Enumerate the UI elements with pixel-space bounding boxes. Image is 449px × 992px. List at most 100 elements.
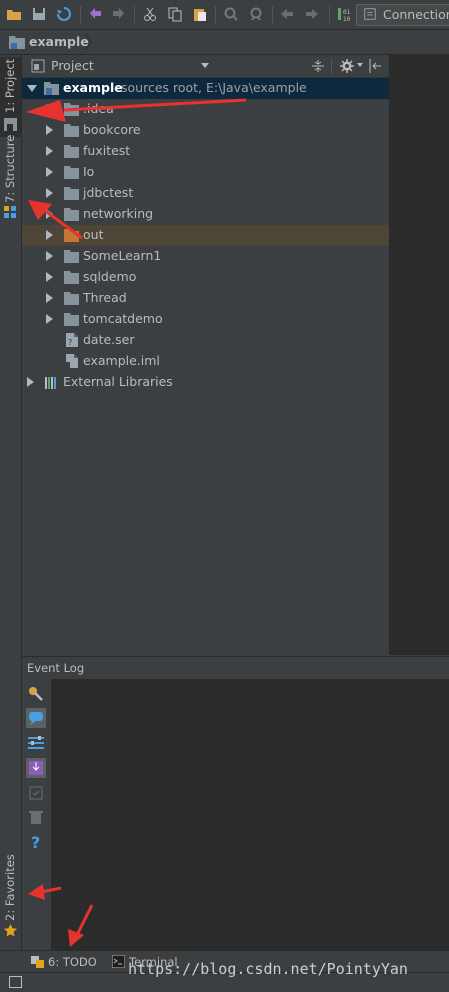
- external-libraries-label: External Libraries: [63, 374, 173, 389]
- star-icon: [4, 924, 17, 937]
- project-view-icon: [31, 59, 45, 73]
- breadcrumb: example: [0, 30, 449, 55]
- tree-item-label: out: [83, 227, 104, 242]
- structure-icon: [4, 206, 16, 218]
- file-icon: ?: [66, 333, 78, 347]
- tab-structure[interactable]: 7: Structure: [0, 135, 21, 227]
- tree-item-date-ser[interactable]: ? date.ser: [22, 330, 389, 351]
- tab-project[interactable]: 1: Project: [0, 57, 21, 137]
- scroll-to-end-icon[interactable]: [26, 758, 46, 778]
- save-icon[interactable]: [31, 6, 47, 22]
- svg-text:01: 01: [343, 9, 351, 16]
- tab-project-label: 1: Project: [3, 58, 17, 113]
- tree-item-label: example.iml: [83, 353, 160, 368]
- svg-text:?: ?: [68, 338, 72, 347]
- trash-icon[interactable]: [26, 807, 46, 827]
- project-panel-header: Project: [22, 55, 389, 78]
- tab-favorites[interactable]: 2: Favorites: [0, 854, 21, 940]
- tree-item-io[interactable]: Io: [22, 162, 389, 183]
- expand-arrow-icon[interactable]: [46, 125, 53, 135]
- redo-icon[interactable]: [111, 6, 127, 22]
- project-icon: [4, 118, 17, 131]
- gear-icon[interactable]: [340, 59, 354, 73]
- hide-panel-icon[interactable]: [369, 59, 381, 73]
- tree-item-label: date.ser: [83, 332, 135, 347]
- sync-icon[interactable]: [56, 6, 72, 22]
- expand-arrow-icon[interactable]: [46, 293, 53, 303]
- expand-arrow-icon[interactable]: [27, 85, 37, 92]
- header-separator: [331, 58, 332, 74]
- project-view-selector[interactable]: Project: [51, 58, 94, 73]
- database-connection-icon: [364, 8, 376, 20]
- breadcrumb-item-example[interactable]: example: [29, 34, 89, 49]
- mark-read-icon[interactable]: [26, 783, 46, 803]
- annotation-arrow-project: [26, 98, 247, 122]
- tree-item-label: jdbctest: [83, 185, 134, 200]
- tree-item-tomcatdemo[interactable]: tomcatdemo: [22, 309, 389, 330]
- undo-icon[interactable]: [87, 6, 103, 22]
- svg-text:10: 10: [343, 16, 351, 22]
- expand-arrow-icon[interactable]: [46, 272, 53, 282]
- settings-wrench-icon[interactable]: [26, 684, 46, 704]
- collapse-all-icon[interactable]: [311, 59, 325, 73]
- copy-icon[interactable]: [167, 6, 183, 22]
- watermark: https://blog.csdn.net/PointyYan: [128, 960, 408, 978]
- replace-icon[interactable]: [248, 6, 264, 22]
- connection-label: Connection: [383, 7, 449, 22]
- tree-item-external-libraries[interactable]: External Libraries: [22, 372, 389, 393]
- expand-arrow-icon[interactable]: [46, 167, 53, 177]
- event-log-content[interactable]: [51, 679, 449, 950]
- gear-dropdown-icon[interactable]: [357, 63, 363, 67]
- expand-arrow-icon[interactable]: [46, 251, 53, 261]
- tab-favorites-label: 2: Favorites: [3, 854, 17, 921]
- terminal-icon: [112, 955, 125, 968]
- tree-item-label: Thread: [83, 290, 127, 305]
- back-icon[interactable]: [279, 6, 295, 22]
- open-folder-icon[interactable]: [6, 6, 22, 22]
- annotation-arrow-favorites: [28, 884, 62, 900]
- expand-arrow-icon[interactable]: [46, 314, 53, 324]
- left-tool-stripe: 1: Project 7: Structure 2: Favorites: [0, 55, 22, 950]
- expand-arrow-icon[interactable]: [46, 146, 53, 156]
- folder-icon: [64, 166, 79, 179]
- tool-windows-toggle-icon[interactable]: [9, 976, 22, 988]
- module-folder-icon: [44, 82, 59, 95]
- make-project-icon[interactable]: 0110: [336, 6, 352, 22]
- iml-file-icon: [66, 354, 78, 368]
- folder-icon: [64, 145, 79, 158]
- tree-root-label: example: [63, 80, 123, 95]
- cut-icon[interactable]: [142, 6, 158, 22]
- tree-item-label: tomcatdemo: [83, 311, 163, 326]
- tab-todo[interactable]: 6: TODO: [29, 951, 101, 973]
- paste-icon[interactable]: [192, 6, 208, 22]
- connection-combo[interactable]: Connection: [356, 4, 449, 26]
- tree-item-sqldemo[interactable]: sqldemo: [22, 267, 389, 288]
- svg-text:?: ?: [31, 833, 40, 852]
- expand-arrow-icon[interactable]: [27, 377, 34, 387]
- forward-icon[interactable]: [304, 6, 320, 22]
- balloon-icon[interactable]: [26, 708, 46, 728]
- tree-item-label: sqldemo: [83, 269, 137, 284]
- tree-item-label: networking: [83, 206, 154, 221]
- help-icon[interactable]: ?: [26, 832, 46, 852]
- filter-icon[interactable]: [26, 733, 46, 753]
- main-toolbar: 01 10 Connection: [0, 0, 449, 30]
- editor-area[interactable]: [389, 55, 449, 655]
- tree-item-label: fuxitest: [83, 143, 131, 158]
- tab-todo-label: 6: TODO: [48, 955, 97, 969]
- find-icon[interactable]: [223, 6, 239, 22]
- event-log-title: Event Log: [27, 661, 85, 675]
- tree-item-example-iml[interactable]: example.iml: [22, 351, 389, 372]
- annotation-arrow-structure: [28, 200, 83, 240]
- tree-item-label: SomeLearn1: [83, 248, 162, 263]
- tree-item-fuxitest[interactable]: fuxitest: [22, 141, 389, 162]
- tree-item-somelearn1[interactable]: SomeLearn1: [22, 246, 389, 267]
- chevron-down-icon[interactable]: [201, 63, 209, 68]
- expand-arrow-icon[interactable]: [46, 188, 53, 198]
- tree-root-path: sources root, E:\Java\example: [121, 80, 307, 95]
- annotation-arrow-todo: [68, 904, 94, 947]
- project-tool-window: Project example sources root, E:\Java\ex…: [22, 55, 389, 655]
- tree-item-label: Io: [83, 164, 95, 179]
- tree-item-thread[interactable]: Thread: [22, 288, 389, 309]
- folder-icon: [64, 313, 79, 326]
